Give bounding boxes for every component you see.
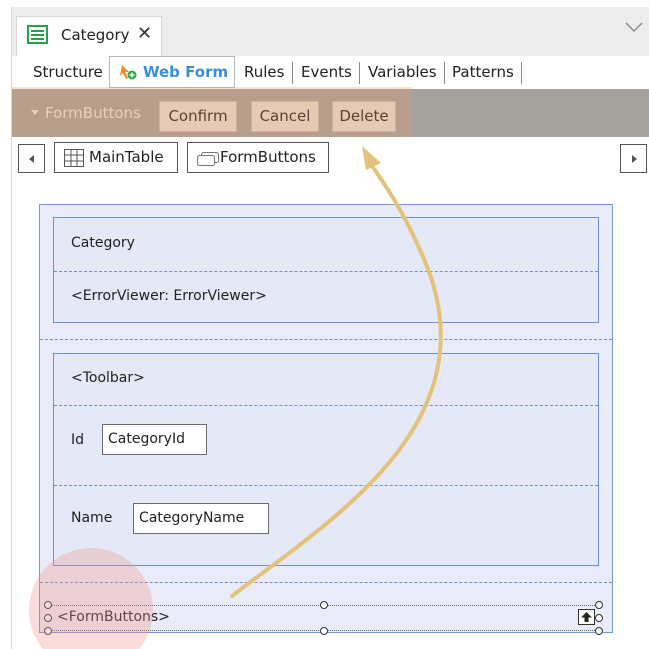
row-divider [40, 582, 612, 583]
row-divider [54, 405, 598, 406]
genexus-editor: Category ✕ Structure Web Form Rules Even… [11, 7, 649, 649]
resize-handle[interactable] [44, 614, 52, 622]
design-canvas: Category <ErrorViewer: ErrorViewer> <Too… [12, 181, 649, 649]
resize-handle[interactable] [320, 627, 328, 635]
tab-separator [359, 62, 360, 84]
breadcrumb-label: MainTable [89, 148, 164, 166]
breadcrumb-item-formbuttons[interactable]: FormButtons [187, 142, 329, 173]
toolbar-control[interactable]: <Toolbar> [71, 370, 145, 386]
webpanel-icon [27, 25, 48, 44]
tab-web-form-label: Web Form [143, 63, 229, 81]
tab-patterns[interactable]: Patterns [452, 63, 514, 81]
content-table[interactable]: <Toolbar> Id CategoryId Name CategoryNam… [53, 353, 599, 566]
document-tab-category[interactable]: Category ✕ [16, 16, 162, 56]
formbuttons-label: <FormButtons> [57, 609, 170, 625]
category-id-field[interactable]: CategoryId [102, 424, 207, 455]
document-tab-bar: Category ✕ [12, 7, 649, 56]
tab-events[interactable]: Events [301, 63, 352, 81]
row-divider [40, 339, 612, 340]
main-table[interactable]: Category <ErrorViewer: ErrorViewer> <Too… [39, 204, 613, 635]
resize-handle[interactable] [595, 627, 603, 635]
error-viewer-control[interactable]: <ErrorViewer: ErrorViewer> [71, 288, 267, 304]
button-group-icon [197, 152, 219, 166]
document-tab-label: Category [61, 26, 130, 44]
scroll-right-button[interactable] [620, 144, 647, 173]
tab-variables[interactable]: Variables [368, 63, 437, 81]
tab-web-form[interactable]: Web Form [109, 56, 235, 88]
arrow-up-icon [581, 612, 592, 622]
breadcrumb-item-maintable[interactable]: MainTable [54, 142, 178, 173]
breadcrumb: MainTable FormButtons [12, 137, 649, 181]
resize-handle[interactable] [595, 601, 603, 609]
editor-subtabs: Structure Web Form Rules Events Variable… [12, 56, 649, 89]
category-name-field[interactable]: CategoryName [133, 503, 269, 534]
resize-handle[interactable] [44, 601, 52, 609]
tab-rules[interactable]: Rules [244, 63, 284, 81]
resize-handle[interactable] [320, 601, 328, 609]
table-icon [64, 149, 84, 167]
breadcrumb-label: FormButtons [220, 148, 316, 166]
close-icon[interactable]: ✕ [137, 23, 152, 44]
tab-separator [292, 62, 293, 84]
resize-handle[interactable] [595, 614, 603, 622]
chevron-down-icon[interactable] [624, 20, 644, 34]
category-title-text[interactable]: Category [71, 235, 135, 251]
resize-handle[interactable] [44, 627, 52, 635]
move-up-button[interactable] [578, 609, 595, 625]
name-label: Name [71, 510, 113, 526]
chevron-right-icon [632, 155, 637, 163]
row-divider [54, 485, 598, 486]
id-label: Id [71, 432, 85, 448]
tab-separator [521, 62, 522, 84]
chevron-left-icon [29, 155, 34, 163]
web-form-icon [120, 65, 137, 80]
tab-structure[interactable]: Structure [33, 63, 103, 81]
row-divider [54, 271, 598, 272]
header-table[interactable]: Category <ErrorViewer: ErrorViewer> [53, 217, 599, 323]
formbuttons-control[interactable]: <FormButtons> [44, 601, 603, 635]
scroll-left-button[interactable] [18, 144, 45, 173]
tab-separator [444, 62, 445, 84]
